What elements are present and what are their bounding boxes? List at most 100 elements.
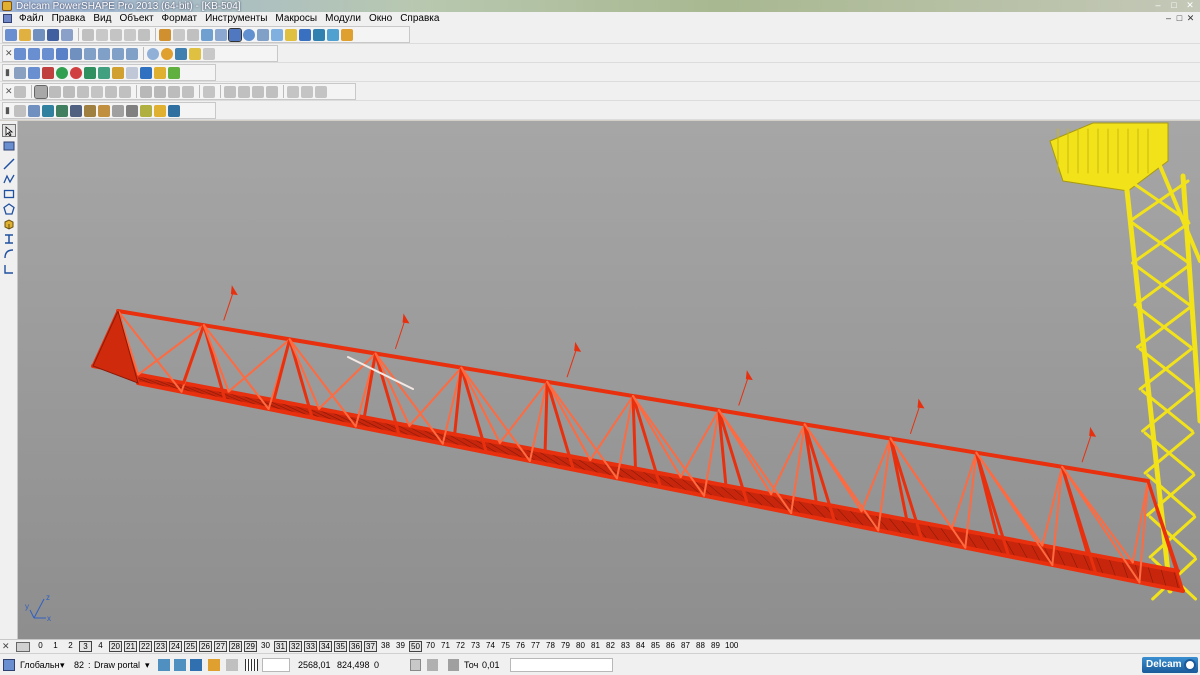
y-coordinate[interactable]: 824,498	[337, 658, 370, 672]
nav-icon[interactable]	[226, 659, 238, 671]
wireframe-icon[interactable]	[147, 47, 159, 60]
undo-icon[interactable]	[159, 28, 171, 41]
step-icon[interactable]	[98, 66, 110, 79]
mesh-icon[interactable]	[287, 85, 299, 98]
menu-file[interactable]: Файл	[15, 13, 48, 25]
level-button[interactable]: 4	[94, 641, 107, 652]
level-button[interactable]: 81	[589, 641, 602, 652]
level-button[interactable]: 26	[199, 641, 212, 652]
fill-icon[interactable]	[105, 85, 117, 98]
zoom-in-icon[interactable]	[84, 47, 96, 60]
new-model-icon[interactable]	[5, 28, 17, 41]
sweep-icon[interactable]	[77, 85, 89, 98]
view-side-icon[interactable]	[42, 47, 54, 60]
current-level-number[interactable]: 82	[74, 658, 84, 672]
doc-restore-button[interactable]: □	[1174, 12, 1185, 24]
view-iso2-icon[interactable]	[70, 47, 82, 60]
limit-icon[interactable]	[182, 85, 194, 98]
library-icon[interactable]	[98, 104, 110, 117]
polyline-icon[interactable]	[2, 172, 16, 185]
crane-model-scene[interactable]: z x y	[18, 121, 1200, 639]
render-icon[interactable]	[313, 28, 325, 41]
quick-select-icon[interactable]	[2, 139, 16, 152]
menu-view[interactable]: Вид	[89, 13, 115, 25]
level-button[interactable]: 28	[229, 641, 242, 652]
axes-icon[interactable]	[28, 104, 40, 117]
delete-icon[interactable]	[138, 28, 150, 41]
boolean-icon[interactable]	[238, 85, 250, 98]
find-icon[interactable]	[201, 28, 213, 41]
curvature-icon[interactable]	[315, 85, 327, 98]
fillet-icon[interactable]	[140, 85, 152, 98]
beam-icon[interactable]	[2, 232, 16, 245]
level-button[interactable]: 0	[34, 641, 47, 652]
close-button[interactable]: ✕	[1182, 0, 1198, 11]
red-ball-icon[interactable]	[70, 66, 82, 79]
green-ball-icon[interactable]	[56, 66, 68, 79]
toolbar-close-icon[interactable]: ✕	[5, 85, 13, 98]
rectangle-icon[interactable]	[2, 187, 16, 200]
level-button[interactable]: 100	[724, 641, 739, 652]
level-button[interactable]: 82	[604, 641, 617, 652]
extrude-icon[interactable]	[49, 85, 61, 98]
workplane-selector[interactable]: Глобальн	[20, 658, 60, 672]
level-button[interactable]: 80	[574, 641, 587, 652]
level-button[interactable]: 85	[649, 641, 662, 652]
print-icon[interactable]	[61, 28, 73, 41]
snap-grid-icon[interactable]	[190, 659, 202, 671]
level-button[interactable]: 72	[454, 641, 467, 652]
lasso-icon[interactable]	[257, 28, 269, 41]
drawing-icon[interactable]	[140, 104, 152, 117]
shell-icon[interactable]	[266, 85, 278, 98]
minimize-button[interactable]: –	[1150, 0, 1166, 11]
color-icon[interactable]	[42, 66, 54, 79]
surface-icon[interactable]	[14, 85, 26, 98]
command-input[interactable]	[510, 658, 613, 672]
maximize-button[interactable]: □	[1166, 0, 1182, 11]
workplane-icon[interactable]	[14, 104, 26, 117]
polygon-icon[interactable]	[2, 202, 16, 215]
level-button[interactable]: 3	[79, 641, 92, 652]
material-icon[interactable]	[42, 104, 54, 117]
toolbar-grip-icon[interactable]: ▮	[5, 66, 11, 79]
open-folder-icon[interactable]	[19, 28, 31, 41]
primitive-icon[interactable]	[34, 84, 48, 99]
solid-box-icon[interactable]	[2, 217, 16, 230]
zoom-fit-icon[interactable]	[126, 47, 138, 60]
level-button[interactable]: 76	[514, 641, 527, 652]
level-button[interactable]: 2	[64, 641, 77, 652]
graphics-viewport[interactable]: z x y	[18, 121, 1200, 639]
shaded-wire-icon[interactable]	[175, 47, 187, 60]
level-button[interactable]: 31	[274, 641, 287, 652]
page-icon[interactable]	[28, 66, 40, 79]
level-button[interactable]: 20	[109, 641, 122, 652]
memory-icon[interactable]	[427, 659, 438, 671]
tolerance-value[interactable]: 0,01	[482, 658, 500, 672]
level-button[interactable]: 22	[139, 641, 152, 652]
flag-icon[interactable]	[168, 104, 180, 117]
blend-icon[interactable]	[154, 85, 166, 98]
level-dropdown-icon[interactable]: ▾	[145, 658, 150, 672]
dimension-icon[interactable]	[2, 262, 16, 275]
level-button[interactable]: 75	[499, 641, 512, 652]
cut-icon[interactable]	[82, 28, 94, 41]
materials-icon[interactable]	[327, 28, 339, 41]
level-button[interactable]: 86	[664, 641, 677, 652]
assembly-icon[interactable]	[84, 104, 96, 117]
doc-minimize-button[interactable]: –	[1163, 12, 1174, 24]
grid-toggle-icon[interactable]	[245, 659, 258, 671]
hide-icon[interactable]	[203, 47, 215, 60]
level-button[interactable]: 74	[484, 641, 497, 652]
level-button[interactable]: 84	[634, 641, 647, 652]
level-button[interactable]: 24	[169, 641, 182, 652]
toolbar-grip-icon[interactable]: ▮	[5, 104, 11, 117]
pattern-icon[interactable]	[112, 104, 124, 117]
toolbar-close-icon[interactable]: ✕	[5, 47, 13, 60]
open-model-icon[interactable]	[33, 28, 45, 41]
trim-icon[interactable]	[168, 85, 180, 98]
level-button[interactable]: 88	[694, 641, 707, 652]
level-button[interactable]: 30	[259, 641, 272, 652]
level-button[interactable]: 35	[334, 641, 347, 652]
solid-icon[interactable]	[224, 85, 236, 98]
principal-plane-icon[interactable]	[208, 659, 220, 671]
